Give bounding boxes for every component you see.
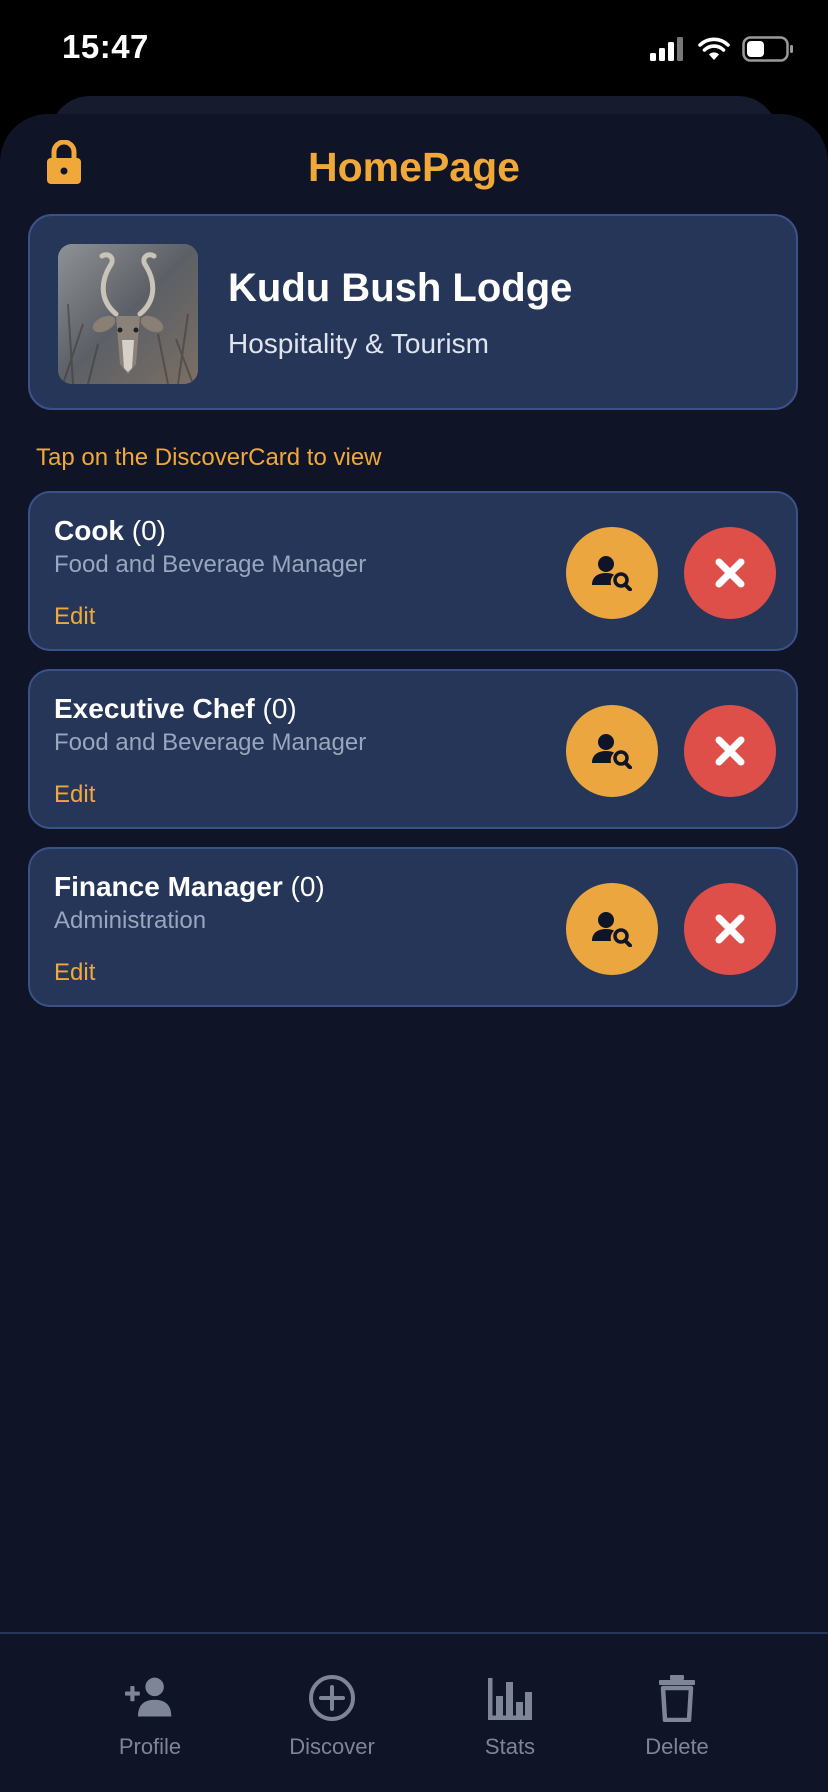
job-title: Executive Chef (0) (54, 693, 297, 725)
status-bar: 15:47 (0, 0, 828, 100)
header: HomePage (0, 114, 828, 214)
close-icon (715, 736, 745, 766)
nav-item-delete[interactable]: Delete (607, 1674, 747, 1760)
wifi-icon (698, 37, 730, 60)
job-title-name: Cook (54, 515, 124, 546)
person-search-icon (592, 912, 632, 947)
remove-job-button[interactable] (684, 527, 776, 619)
battery-icon (742, 36, 793, 62)
add-person-icon (125, 1677, 172, 1717)
main-sheet: HomePage Kudu Bush Lodge Hospitality & T… (0, 114, 828, 1792)
job-edit-link[interactable]: Edit (54, 781, 95, 809)
discover-hint: Tap on the DiscoverCard to view (36, 444, 382, 471)
job-applicant-count: (0) (262, 693, 297, 724)
job-card[interactable]: Executive Chef (0) Food and Beverage Man… (28, 669, 798, 829)
nav-label: Profile (118, 1734, 182, 1759)
job-title-name: Executive Chef (54, 693, 255, 724)
page-title: HomePage (308, 144, 520, 190)
nav-item-stats[interactable]: Stats (440, 1674, 580, 1760)
remove-job-button[interactable] (684, 883, 776, 975)
company-name: Kudu Bush Lodge (228, 266, 573, 310)
nav-item-discover[interactable]: Discover (262, 1674, 402, 1760)
job-edit-link[interactable]: Edit (54, 959, 95, 987)
job-department: Administration (54, 907, 207, 934)
discover-candidates-button[interactable] (566, 883, 658, 975)
nav-label: Delete (645, 1734, 709, 1759)
job-title: Cook (0) (54, 515, 166, 547)
company-sector: Hospitality & Tourism (228, 328, 489, 359)
nav-label: Discover (289, 1734, 375, 1759)
add-circle-icon (309, 1675, 355, 1721)
company-profile-card[interactable]: Kudu Bush Lodge Hospitality & Tourism (28, 214, 798, 410)
job-department: Food and Beverage Manager (54, 729, 367, 756)
cellular-signal-icon (650, 37, 683, 61)
person-search-icon (592, 734, 632, 769)
job-card[interactable]: Cook (0) Food and Beverage Manager Edit (28, 491, 798, 651)
status-time: 15:47 (62, 28, 149, 65)
screen: 15:47 HomePage Kudu Bush Lodge Hospitali… (0, 0, 828, 1792)
discover-candidates-button[interactable] (566, 527, 658, 619)
close-icon (715, 914, 745, 944)
kudu-photo (58, 244, 198, 384)
bar-chart-icon (488, 1678, 532, 1720)
job-edit-link[interactable]: Edit (54, 603, 95, 631)
remove-job-button[interactable] (684, 705, 776, 797)
discover-candidates-button[interactable] (566, 705, 658, 797)
close-icon (715, 558, 745, 588)
company-avatar (58, 244, 198, 384)
job-card[interactable]: Finance Manager (0) Administration Edit (28, 847, 798, 1007)
job-title: Finance Manager (0) (54, 871, 325, 903)
trash-icon (659, 1675, 695, 1722)
person-search-icon (592, 556, 632, 591)
status-icons (650, 36, 794, 62)
job-department: Food and Beverage Manager (54, 551, 367, 578)
nav-item-profile[interactable]: Profile (80, 1674, 220, 1760)
job-title-name: Finance Manager (54, 871, 283, 902)
job-applicant-count: (0) (290, 871, 325, 902)
bottom-nav: Profile Discover Stats Delete (0, 1632, 828, 1792)
job-applicant-count: (0) (131, 515, 167, 546)
nav-label: Stats (484, 1734, 536, 1759)
